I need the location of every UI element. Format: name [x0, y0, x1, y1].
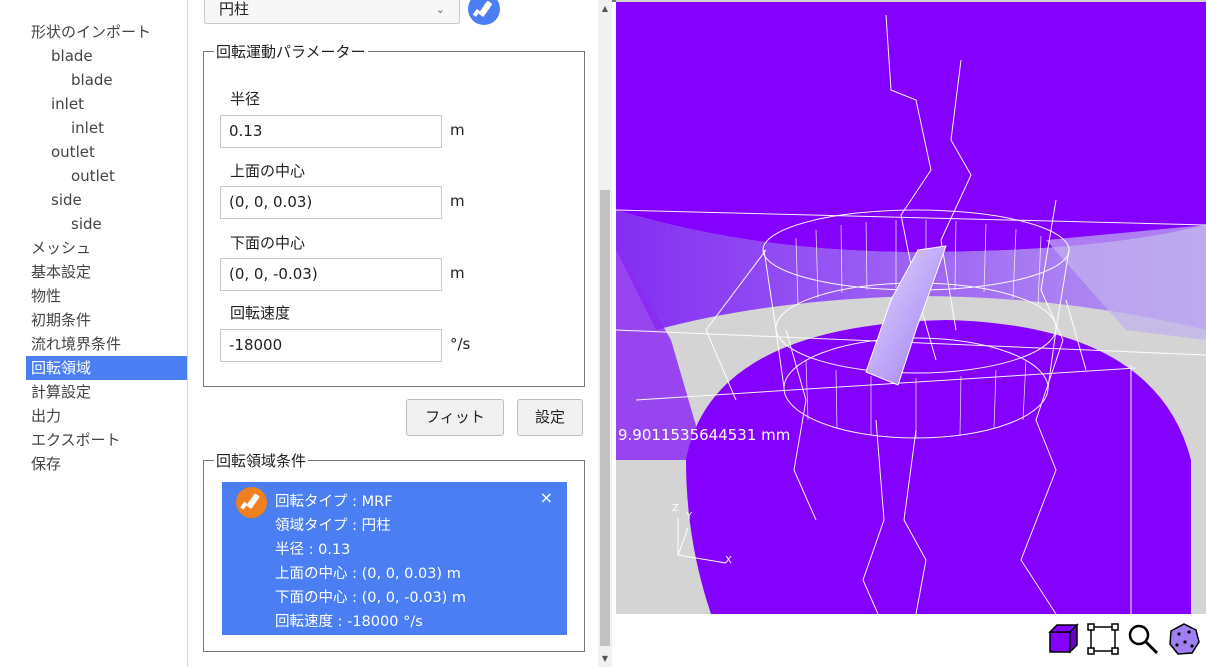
card-region-type: 領域タイプ : 円柱 [275, 518, 391, 534]
zoom-icon[interactable] [1126, 622, 1160, 656]
tree-item[interactable]: blade [51, 44, 93, 68]
bottom-center-label: 下面の中心 [230, 234, 306, 252]
set-button[interactable]: 設定 [517, 399, 583, 436]
tree-item[interactable]: 計算設定 [31, 380, 91, 404]
scrollbar-thumb[interactable] [600, 190, 610, 646]
tree-item[interactable]: side [51, 188, 82, 212]
rotation-conditions-legend: 回転領域条件 [216, 452, 307, 470]
fit-view-icon[interactable] [1086, 622, 1120, 656]
tree-item[interactable]: 初期条件 [31, 308, 91, 332]
tree-item[interactable]: 保存 [31, 452, 61, 476]
tree-item[interactable]: 流れ境界条件 [31, 332, 121, 356]
rotation-condition-card[interactable]: × 回転タイプ : MRF 領域タイプ : 円柱 半径 : 0.13 上面の中心… [222, 482, 567, 635]
shape-type-select[interactable]: 円柱 ⌄ [204, 0, 460, 24]
scroll-down-icon[interactable]: ▼ [598, 654, 612, 663]
tree-item[interactable]: side [71, 212, 102, 236]
rotation-region-icon [236, 487, 267, 518]
tree-item[interactable]: blade [71, 68, 113, 92]
solid-view-icon[interactable] [1046, 622, 1080, 656]
radius-unit: m [450, 121, 465, 139]
rotation-speed-label: 回転速度 [230, 304, 291, 322]
tree-item[interactable]: 基本設定 [31, 260, 91, 284]
tree-item[interactable]: 形状のインポート [31, 20, 151, 44]
tree-item[interactable]: inlet [51, 92, 84, 116]
rotation-tool-icon[interactable] [468, 0, 500, 25]
form-scrollbar[interactable]: ▲ ▼ [598, 0, 612, 667]
tree-item[interactable]: inlet [71, 116, 104, 140]
card-bottom-center: 下面の中心 : (0, 0, -0.03) m [275, 590, 467, 606]
axis-z-label: Z [672, 503, 679, 514]
axis-x-label: X [725, 555, 732, 566]
tree-item[interactable]: 出力 [31, 404, 61, 428]
rotate-view-icon[interactable] [1167, 622, 1201, 656]
tree-item[interactable]: 回転領域 [26, 356, 187, 380]
tree-item[interactable]: メッシュ [31, 236, 91, 260]
settings-panel: 円柱 ⌄ 回転運動パラメーター 半径 0.13 m 上面の中心 (0, 0, 0… [188, 0, 598, 667]
card-rotation-type: 回転タイプ : MRF [275, 494, 393, 510]
axis-y-label: Y [686, 511, 693, 522]
rotation-speed-unit: °/s [450, 335, 471, 353]
bottom-center-unit: m [450, 264, 465, 282]
tree-item[interactable]: エクスポート [31, 428, 121, 452]
chevron-down-icon: ⌄ [435, 3, 445, 16]
radius-input[interactable]: 0.13 [220, 115, 442, 148]
bottom-center-input[interactable]: (0, 0, -0.03) [220, 258, 442, 291]
card-rotation-speed: 回転速度 : -18000 °/s [275, 614, 423, 630]
rotation-params-legend: 回転運動パラメーター [216, 43, 366, 61]
tree-item[interactable]: 物性 [31, 284, 61, 308]
fit-button[interactable]: フィット [406, 399, 504, 436]
measurement-label: 9.9011535644531 mm [618, 426, 791, 444]
card-radius: 半径 : 0.13 [275, 542, 351, 558]
rotation-speed-input[interactable]: -18000 [220, 329, 442, 362]
scroll-up-icon[interactable]: ▲ [598, 4, 612, 13]
tree-item[interactable]: outlet [51, 140, 95, 164]
close-icon[interactable]: × [540, 488, 553, 507]
tree-item[interactable]: outlet [71, 164, 115, 188]
3d-viewport[interactable]: 9.9011535644531 mm Z Y X [616, 0, 1206, 667]
card-top-center: 上面の中心 : (0, 0, 0.03) m [275, 566, 461, 582]
top-center-unit: m [450, 192, 465, 210]
shape-type-value: 円柱 [219, 0, 250, 18]
radius-label: 半径 [230, 90, 261, 108]
top-center-input[interactable]: (0, 0, 0.03) [220, 186, 442, 219]
navigation-tree: 形状のインポート blade blade inlet inlet outlet outlet… [0, 0, 188, 667]
top-center-label: 上面の中心 [230, 162, 306, 180]
